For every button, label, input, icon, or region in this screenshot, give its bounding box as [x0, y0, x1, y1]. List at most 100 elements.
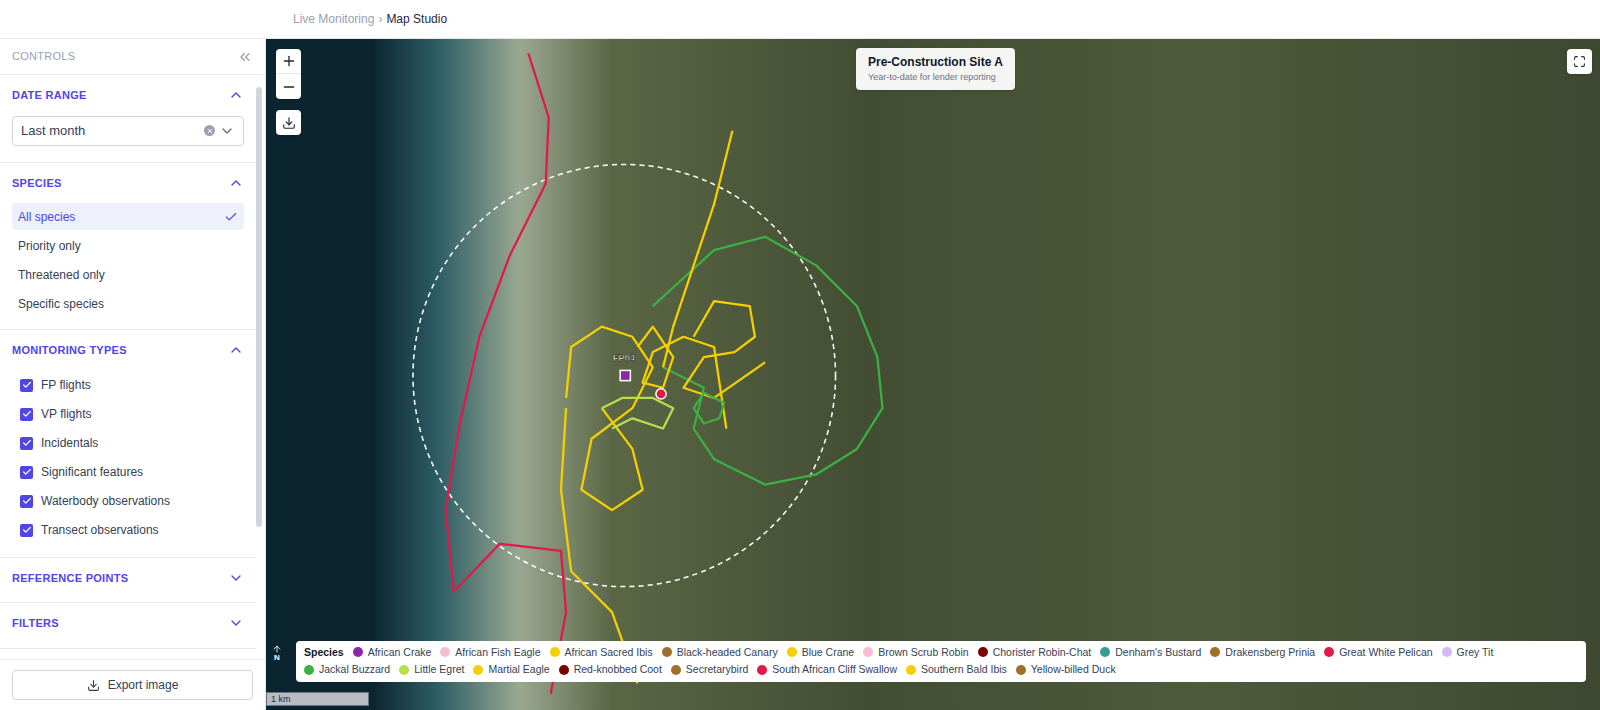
sidebar-header: CONTROLS — [0, 39, 265, 75]
monitoring-type-row[interactable]: Incidentals — [20, 429, 236, 458]
checkbox[interactable] — [20, 524, 33, 537]
breadcrumb-parent[interactable]: Live Monitoring — [293, 10, 374, 28]
flight-track[interactable] — [694, 393, 725, 424]
legend-dot — [863, 647, 873, 657]
sidebar-section: DATE RANGE Last month — [0, 75, 256, 163]
chevron-up-icon — [228, 87, 244, 103]
flight-track[interactable] — [638, 327, 727, 429]
scrollbar-thumb[interactable] — [256, 87, 262, 527]
legend-dot — [559, 665, 569, 675]
section-header[interactable]: FILTERS — [0, 603, 256, 644]
section-header[interactable]: MONITORING TYPES — [0, 330, 256, 371]
checkbox-label: Incidentals — [41, 434, 98, 452]
site-label: FP04 — [613, 353, 636, 363]
checkmark-icon — [22, 438, 32, 448]
buffer-circle — [413, 164, 836, 586]
checkmark-icon — [22, 496, 32, 506]
checkbox-label: FP flights — [41, 376, 91, 394]
option-label: Priority only — [18, 237, 81, 255]
download-icon — [282, 116, 296, 130]
legend-dot — [1100, 647, 1110, 657]
monitoring-type-row[interactable]: Waterbody observations — [20, 487, 236, 516]
section-header[interactable]: REFERENCE POINTS — [0, 558, 256, 599]
scrollbar[interactable] — [256, 85, 262, 649]
app: Live Monitoring›Map StudioCONTROLSDATE R… — [0, 0, 1600, 710]
sidebar-section: REFERENCE POINTS — [0, 558, 256, 604]
species-option[interactable]: Priority only — [12, 232, 244, 259]
option-label: Threatened only — [18, 266, 105, 284]
legend-item: Drakensberg Prinia — [1210, 645, 1315, 661]
section-header[interactable]: SPECIES — [0, 163, 256, 204]
legend: SpeciesAfrican CrakeAfrican Fish EagleAf… — [296, 641, 1586, 683]
chevron-up-icon — [228, 342, 244, 358]
checkbox-label: VP flights — [41, 405, 91, 423]
legend-dot — [757, 665, 767, 675]
legend-dot — [906, 665, 916, 675]
date-range-select[interactable]: Last month — [12, 116, 244, 146]
legend-dot — [662, 647, 672, 657]
legend-dot — [1016, 665, 1026, 675]
download-button[interactable] — [276, 110, 301, 135]
section-header[interactable]: DATE RANGE — [0, 75, 256, 116]
checkbox[interactable] — [20, 495, 33, 508]
monitoring-type-row[interactable]: Transect observations — [20, 516, 236, 545]
monitoring-type-row[interactable]: Significant features — [20, 458, 236, 487]
fullscreen-button[interactable] — [1567, 49, 1592, 74]
legend-dot — [978, 647, 988, 657]
legend-item: African Fish Eagle — [440, 645, 540, 661]
sidebar-section: FILTERS — [0, 603, 256, 649]
legend-item: Great White Pelican — [1324, 645, 1432, 661]
legend-dot — [473, 665, 483, 675]
sidebar: CONTROLSDATE RANGE Last month SPECIESAll s… — [0, 39, 266, 710]
clear-button[interactable] — [204, 125, 215, 136]
check-icon — [224, 210, 238, 224]
download-icon — [87, 679, 100, 692]
option-label: Specific species — [18, 295, 104, 313]
legend-item: Blue Crane — [787, 645, 855, 661]
zoom-out-button[interactable] — [276, 74, 301, 99]
map[interactable]: FP04 Pre-Construction Site AYear-to-date … — [266, 39, 1600, 710]
zoom-in-button[interactable] — [276, 49, 301, 74]
flight-track[interactable] — [653, 237, 883, 485]
breadcrumb-current: Map Studio — [386, 10, 447, 28]
plus-icon — [281, 53, 297, 69]
legend-dot — [440, 647, 450, 657]
legend-item: Yellow-billed Duck — [1016, 662, 1116, 678]
checkmark-icon — [22, 380, 32, 390]
legend-item: Chorister Robin-Chat — [978, 645, 1092, 661]
checkbox-label: Significant features — [41, 463, 143, 481]
legend-item: Southern Bald Ibis — [906, 662, 1007, 678]
species-option[interactable]: All species — [12, 203, 244, 230]
breadcrumb-separator: › — [378, 10, 382, 28]
legend-title: Species — [304, 645, 344, 661]
legend-item: Grey Tit — [1442, 645, 1494, 661]
section-title: REFERENCE POINTS — [12, 570, 128, 587]
collapse-icon[interactable] — [237, 49, 253, 65]
map-subtitle: Year-to-date for lender reporting — [868, 71, 1003, 85]
checkbox[interactable] — [20, 437, 33, 450]
flight-track[interactable] — [602, 398, 673, 429]
flight-track[interactable] — [446, 53, 566, 693]
flight-track[interactable] — [566, 327, 653, 511]
monitoring-type-row[interactable]: FP flights — [20, 371, 236, 400]
species-option[interactable]: Specific species — [12, 290, 244, 317]
select-value: Last month — [21, 121, 85, 141]
legend-item: Brown Scrub Robin — [863, 645, 968, 661]
checkbox[interactable] — [20, 379, 33, 392]
chevron-up-icon — [228, 175, 244, 191]
top-bar: Live Monitoring›Map Studio — [0, 0, 1600, 39]
site-marker[interactable] — [620, 370, 630, 380]
dropdown-icon — [219, 123, 235, 139]
export-image-button[interactable]: Export image — [12, 670, 253, 700]
section-title: MONITORING TYPES — [12, 342, 127, 359]
sidebar-scroll: DATE RANGE Last month SPECIESAll species Pr… — [0, 75, 256, 659]
species-option[interactable]: Threatened only — [12, 261, 244, 288]
checkbox[interactable] — [20, 466, 33, 479]
incident-marker[interactable] — [656, 389, 666, 399]
monitoring-type-row[interactable]: VP flights — [20, 400, 236, 429]
chevron-down-icon — [228, 570, 244, 586]
flight-track[interactable] — [683, 301, 765, 398]
fullscreen-icon — [1573, 55, 1586, 68]
checkbox[interactable] — [20, 408, 33, 421]
map-title: Pre-Construction Site A — [868, 53, 1003, 71]
